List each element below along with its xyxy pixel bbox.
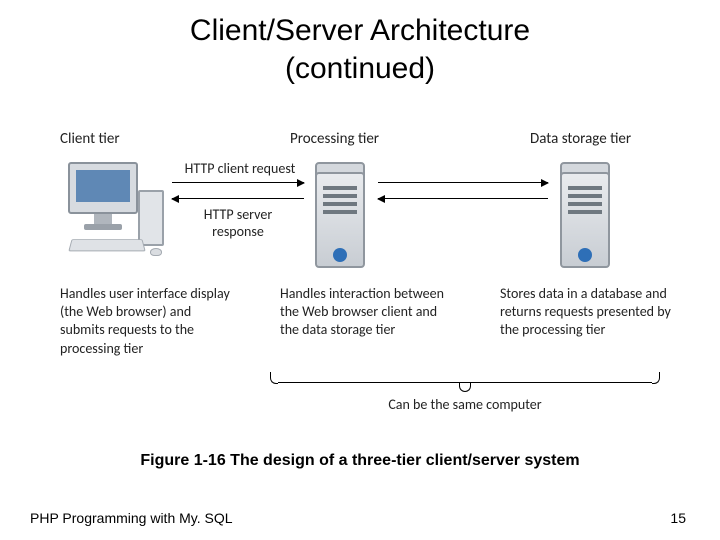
title-line-1: Client/Server Architecture	[190, 14, 530, 47]
architecture-diagram: Client tier Processing tier Data storage…	[60, 130, 660, 410]
processing-tier-label: Processing tier	[290, 130, 379, 148]
processing-tier-description: Handles interaction between the Web brow…	[280, 285, 450, 340]
storage-server-icon	[560, 162, 610, 270]
response-arrow-icon	[172, 198, 304, 199]
http-request-label: HTTP client request	[170, 160, 310, 177]
request-arrow-icon	[172, 182, 304, 183]
storage-tier-description: Stores data in a database and returns re…	[500, 285, 680, 340]
client-computer-icon	[60, 162, 170, 272]
footer-source: PHP Programming with My. SQL	[30, 510, 233, 526]
page-number: 15	[670, 510, 686, 526]
processing-server-icon	[315, 162, 365, 270]
slide-title: Client/Server Architecture (continued)	[0, 0, 720, 87]
figure-caption: Figure 1-16 The design of a three-tier c…	[0, 452, 720, 470]
http-response-label: HTTP server response	[178, 206, 298, 240]
client-tier-description: Handles user interface display (the Web …	[60, 285, 230, 358]
title-line-2: (continued)	[285, 52, 435, 85]
proc-to-storage-arrow-icon	[378, 182, 548, 183]
same-computer-brace-icon	[270, 372, 660, 394]
client-tier-label: Client tier	[60, 130, 120, 148]
storage-to-proc-arrow-icon	[378, 198, 548, 199]
storage-tier-label: Data storage tier	[530, 130, 631, 148]
same-computer-label: Can be the same computer	[270, 396, 660, 413]
